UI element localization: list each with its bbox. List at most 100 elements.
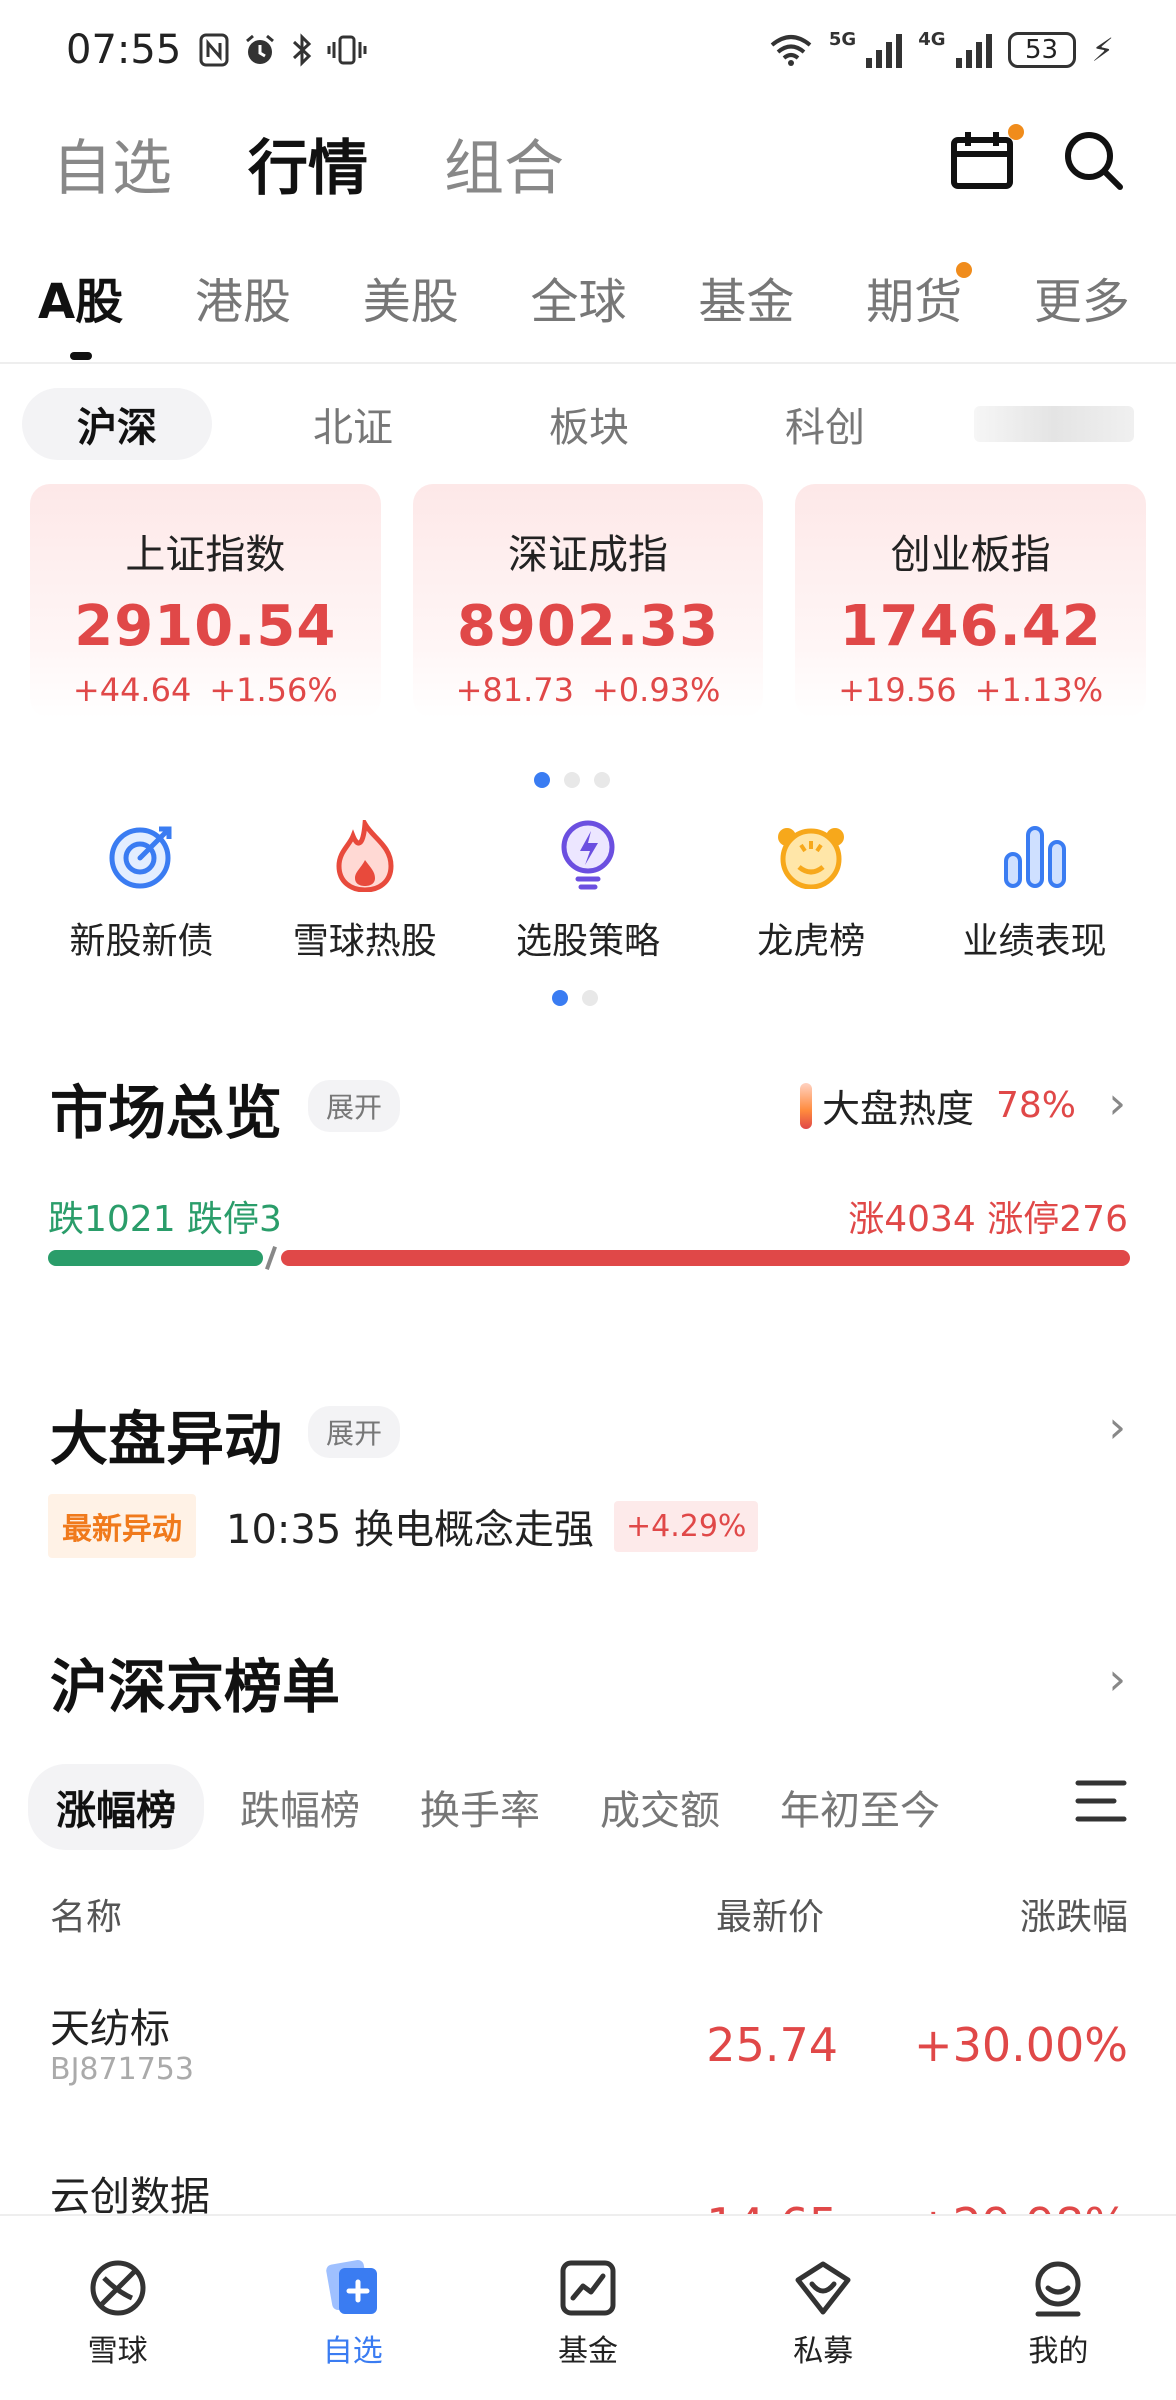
nav-snowball[interactable]: 雪球 <box>0 2216 235 2400</box>
bottom-nav: 雪球 自选 基金 私募 我的 <box>0 2214 1176 2400</box>
alarm-icon <box>246 34 275 64</box>
top-tab-market[interactable]: 行情 <box>248 120 368 207</box>
market-overview-chevron-icon[interactable]: › <box>1108 1078 1126 1129</box>
index-card-chinext[interactable]: 创业板指 1746.42 +19.56 +1.13% <box>795 484 1147 718</box>
market-alert-expand-button[interactable]: 展开 <box>308 1406 401 1458</box>
rank-tab-volume[interactable]: 成交额 <box>600 1778 720 1836</box>
index-card-shenzhen[interactable]: 深证成指 8902.33 +81.73 +0.93% <box>412 484 764 718</box>
network-5g-label: 5G <box>828 29 857 50</box>
alert-tag: 最新异动 <box>48 1494 196 1558</box>
col-name-header[interactable]: 名称 <box>50 1888 122 1940</box>
market-overview-expand-button[interactable]: 展开 <box>308 1080 401 1132</box>
calendar-notification-dot <box>1008 124 1024 140</box>
quick-new-ipo[interactable]: 新股新债 <box>30 818 253 964</box>
quick-strategy[interactable]: 选股策略 <box>477 818 700 964</box>
market-tab-more[interactable]: 更多 <box>1030 262 1134 332</box>
market-tabs: A股 港股 美股 全球 基金 期货 更多 <box>34 262 1134 332</box>
stock-price: 25.74 <box>706 2018 838 2072</box>
watchlist-icon <box>326 2260 377 2314</box>
menu-lines-icon[interactable] <box>1074 1778 1128 1824</box>
index-change: +44.64 +1.56% <box>73 671 338 709</box>
sub-tab-beijing[interactable]: 北证 <box>258 388 448 460</box>
alert-text: 10:35 换电概念走强 <box>226 1507 594 1553</box>
lightbulb-icon <box>550 818 626 894</box>
rankings-title: 沪深京榜单 <box>50 1653 341 1721</box>
sub-tab-sectors[interactable]: 板块 <box>494 388 684 460</box>
market-heat[interactable]: 大盘热度 78% <box>799 1078 1076 1133</box>
search-icon[interactable] <box>1062 129 1124 191</box>
index-value: 2910.54 <box>74 594 337 659</box>
rank-tab-gainers[interactable]: 涨幅榜 <box>28 1764 204 1850</box>
nav-fund[interactable]: 基金 <box>470 2216 705 2400</box>
nav-label: 我的 <box>1028 2334 1089 2369</box>
top-tabs: 自选 行情 组合 <box>52 120 564 207</box>
alert-change-badge: +4.29% <box>614 1500 759 1552</box>
nav-private-fund[interactable]: 私募 <box>706 2216 941 2400</box>
market-tab-futures-label: 期货 <box>866 274 963 330</box>
market-tab-global[interactable]: 全球 <box>527 262 631 332</box>
index-name: 深证成指 <box>508 532 668 578</box>
quick-dragon-tiger[interactable]: 龙虎榜 <box>700 818 923 964</box>
wifi-icon <box>770 35 812 66</box>
table-row[interactable]: 天纺标 BJ871753 25.74 +30.00% <box>50 1996 1128 2116</box>
quick-earnings[interactable]: 业绩表现 <box>923 818 1146 964</box>
index-card-shanghai[interactable]: 上证指数 2910.54 +44.64 +1.56% <box>30 484 381 718</box>
col-change-header[interactable]: 涨跌幅 <box>1020 1888 1128 1940</box>
col-price-header[interactable]: 最新价 <box>716 1888 824 1940</box>
rise-fall-ratio-bar <box>48 1250 1130 1266</box>
rank-tab-turnover[interactable]: 换手率 <box>420 1778 540 1836</box>
market-overview-title: 市场总览 <box>50 1079 283 1147</box>
nav-label: 基金 <box>558 2334 618 2369</box>
status-icons <box>199 33 367 67</box>
index-value: 8902.33 <box>456 594 720 659</box>
quick-hot-stocks[interactable]: 雪球热股 <box>253 818 476 964</box>
index-change-abs: +44.64 <box>72 671 192 709</box>
stock-name: 天纺标 <box>50 2006 170 2052</box>
futures-notification-dot <box>956 262 973 278</box>
pager-dot <box>582 990 598 1006</box>
calendar-button[interactable] <box>950 124 1024 192</box>
market-alert-chevron-icon[interactable]: › <box>1108 1402 1126 1453</box>
sub-tab-blurred[interactable] <box>974 406 1134 442</box>
signal-4g-icon <box>955 32 992 68</box>
rise-count-label: 涨4034 涨停276 <box>848 1199 1128 1240</box>
market-tab-a-share[interactable]: A股 <box>34 262 127 332</box>
market-tab-us[interactable]: 美股 <box>359 262 463 332</box>
rankings-chevron-icon[interactable]: › <box>1108 1654 1126 1705</box>
signal-5g-icon <box>866 32 903 68</box>
status-bar: 07:55 5G 4G 53 ⚡ <box>0 0 1176 100</box>
nav-watchlist[interactable]: 自选 <box>235 2216 470 2400</box>
sub-tab-star-market[interactable]: 科创 <box>730 388 920 460</box>
quick-label: 业绩表现 <box>962 921 1107 962</box>
top-tab-portfolio[interactable]: 组合 <box>444 120 564 207</box>
market-tab-hk[interactable]: 港股 <box>191 262 295 332</box>
sub-tab-shanghai-shenzhen[interactable]: 沪深 <box>22 388 212 460</box>
status-left: 07:55 <box>66 27 367 73</box>
rank-tab-ytd[interactable]: 年初至今 <box>780 1778 940 1836</box>
charging-bolt-icon: ⚡ <box>1091 31 1114 69</box>
ratio-separator <box>263 1250 281 1266</box>
clock: 07:55 <box>66 27 182 73</box>
pager-dot <box>552 990 568 1006</box>
flame-icon <box>327 818 403 894</box>
nav-label: 雪球 <box>87 2334 148 2369</box>
index-change-abs: +81.73 <box>455 671 574 709</box>
market-tab-futures[interactable]: 期货 <box>862 262 973 332</box>
ranking-tabs: 涨幅榜 跌幅榜 换手率 成交额 年初至今 <box>28 1764 1130 1850</box>
cards-pager <box>534 772 610 788</box>
index-cards: 上证指数 2910.54 +44.64 +1.56% 深证成指 8902.33 +… <box>30 484 1147 718</box>
market-alert-row[interactable]: 最新异动 10:35 换电概念走强 +4.29% <box>48 1494 759 1558</box>
quick-label: 选股策略 <box>515 921 660 962</box>
target-icon <box>104 818 180 894</box>
pager-dot <box>594 772 610 788</box>
top-tab-watchlist[interactable]: 自选 <box>52 120 172 207</box>
index-name: 上证指数 <box>125 532 286 578</box>
heat-label: 大盘热度 <box>821 1087 974 1131</box>
rise-fall-labels: 跌1021 跌停3 涨4034 涨停276 <box>48 1190 1128 1242</box>
sub-tabs: 沪深 北证 板块 科创 <box>22 388 1152 460</box>
rank-tab-losers[interactable]: 跌幅榜 <box>240 1778 360 1836</box>
index-change-abs: +19.56 <box>838 671 957 709</box>
nav-profile[interactable]: 我的 <box>941 2216 1176 2400</box>
market-tab-fund[interactable]: 基金 <box>694 262 798 332</box>
heat-gauge-icon <box>799 1082 812 1129</box>
